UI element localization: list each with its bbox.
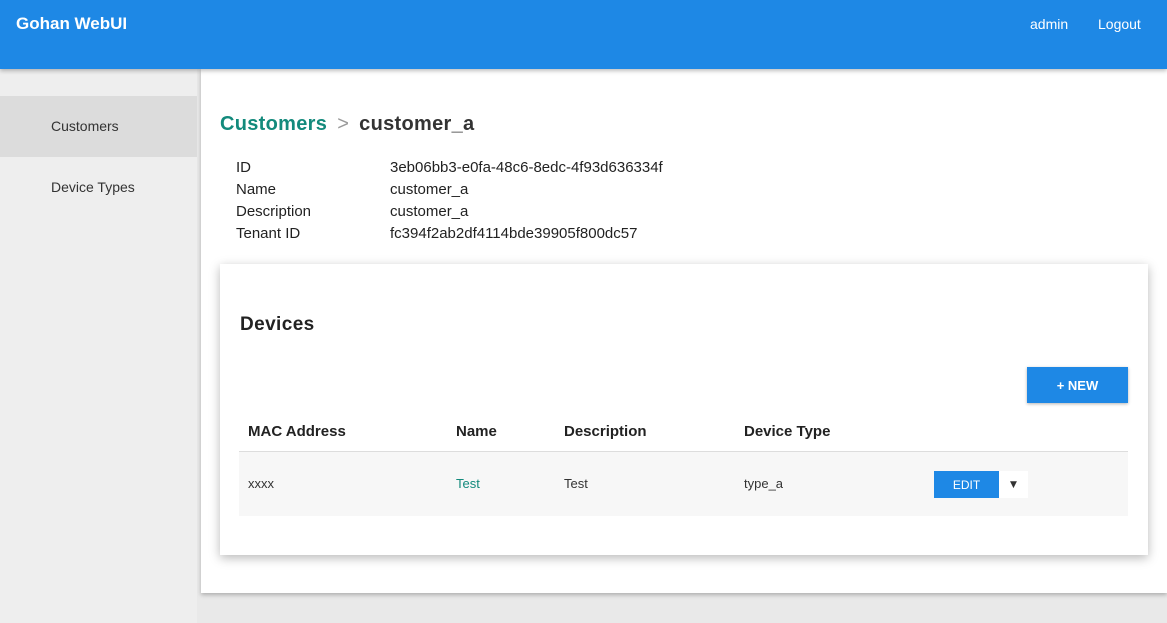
detail-label: Tenant ID [236, 225, 301, 242]
column-header-mac-address[interactable]: MAC Address [248, 423, 346, 440]
devices-title: Devices [240, 314, 315, 335]
cell-device-type: type_a [744, 476, 784, 491]
column-header-name[interactable]: Name [456, 423, 497, 440]
detail-value: fc394f2ab2df4114bde39905f800dc57 [390, 225, 638, 242]
new-device-button[interactable]: + NEW [1027, 367, 1128, 403]
top-app-bar: Gohan WebUI admin Logout [0, 0, 1167, 69]
logout-link[interactable]: Logout [1098, 16, 1141, 32]
detail-label: ID [236, 159, 251, 176]
breadcrumb: Customers > customer_a [220, 113, 474, 136]
breadcrumb-current: customer_a [359, 113, 475, 135]
breadcrumb-customers-link[interactable]: Customers [220, 113, 327, 135]
column-header-description[interactable]: Description [564, 423, 647, 440]
detail-row-description: Description customer_a [236, 201, 836, 223]
cell-description: Test [564, 476, 588, 491]
sidebar-item-label: Device Types [51, 179, 135, 195]
detail-row-id: ID 3eb06bb3-e0fa-48c6-8edc-4f93d636334f [236, 157, 836, 179]
cell-name-link[interactable]: Test [456, 476, 480, 491]
detail-value: 3eb06bb3-e0fa-48c6-8edc-4f93d636334f [390, 159, 663, 176]
user-menu-link[interactable]: admin [1030, 16, 1068, 32]
detail-label: Name [236, 181, 277, 198]
sidebar: Customers Device Types [0, 69, 197, 623]
detail-row-name: Name customer_a [236, 179, 836, 201]
detail-value: customer_a [390, 181, 469, 198]
detail-row-tenant-id: Tenant ID fc394f2ab2df4114bde39905f800dc5… [236, 223, 836, 245]
table-row: xxxx Test Test type_a EDIT ▼ [239, 452, 1128, 516]
sidebar-item-label: Customers [51, 118, 119, 134]
sidebar-item-customers[interactable]: Customers [0, 96, 197, 157]
caret-down-icon[interactable]: ▼ [999, 471, 1028, 498]
breadcrumb-separator: > [337, 113, 350, 135]
main-content: Customers > customer_a ID 3eb06bb3-e0fa-48c… [201, 69, 1167, 593]
devices-card: Devices + NEW MAC Address Name Descripti… [220, 264, 1148, 555]
cell-mac-address: xxxx [248, 476, 274, 491]
sidebar-item-device-types[interactable]: Device Types [0, 157, 197, 218]
detail-value: customer_a [390, 203, 469, 220]
edit-button[interactable]: EDIT [934, 471, 999, 498]
column-header-device-type[interactable]: Device Type [744, 423, 830, 440]
detail-label: Description [236, 203, 312, 220]
customer-details: ID 3eb06bb3-e0fa-48c6-8edc-4f93d636334f N… [236, 157, 836, 245]
app-title[interactable]: Gohan WebUI [16, 14, 127, 34]
devices-table-header: MAC Address Name Description Device Type [239, 412, 1128, 452]
